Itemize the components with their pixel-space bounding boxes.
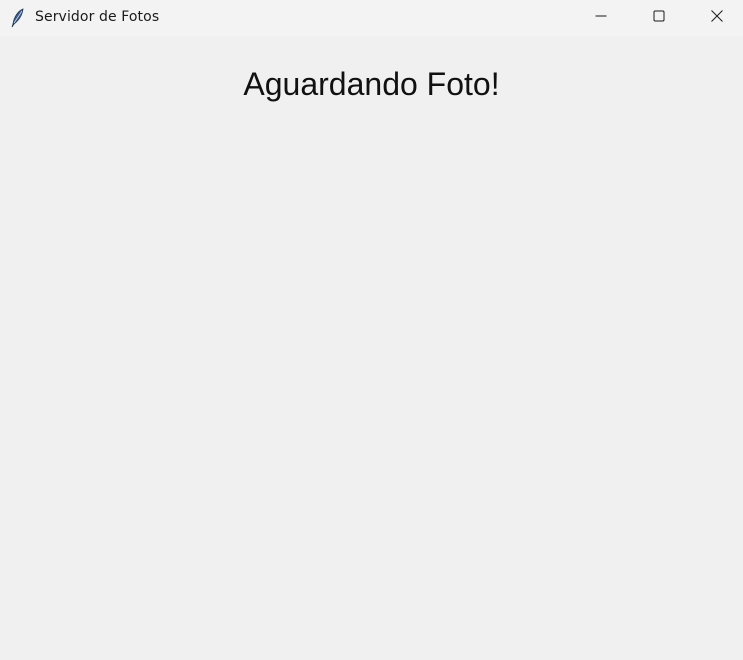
close-icon xyxy=(711,9,723,27)
feather-icon xyxy=(10,8,26,28)
maximize-button[interactable] xyxy=(631,0,687,36)
minimize-icon xyxy=(595,9,607,27)
title-bar[interactable]: Servidor de Fotos xyxy=(0,0,743,36)
status-label: Aguardando Foto! xyxy=(243,66,500,102)
window-title: Servidor de Fotos xyxy=(35,9,160,25)
main-content: Aguardando Foto! xyxy=(0,36,743,660)
minimize-button[interactable] xyxy=(573,0,629,36)
close-button[interactable] xyxy=(689,0,743,36)
maximize-icon xyxy=(653,9,665,27)
app-window: Servidor de Fotos Aguardando Foto! xyxy=(0,0,743,660)
